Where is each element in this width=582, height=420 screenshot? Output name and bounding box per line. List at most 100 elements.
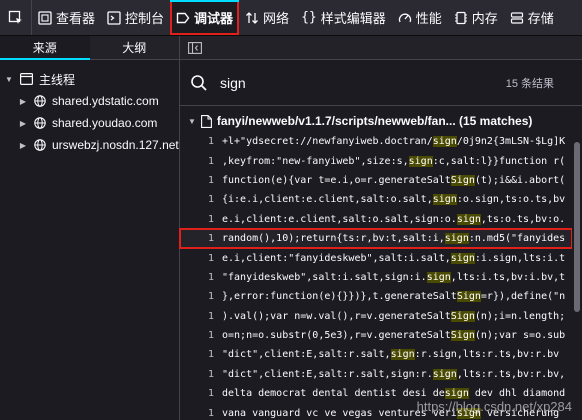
result-text-before: e.i,client:e.client,salt:o.salt,sign:o.	[222, 213, 457, 225]
tab-storage[interactable]: 存储	[504, 0, 560, 35]
tab-outline[interactable]: 大纲	[90, 36, 180, 59]
result-text-after: dev dhl diamond	[468, 388, 566, 400]
line-number: 1	[208, 349, 215, 361]
search-match: sign	[450, 252, 475, 264]
result-text-after: (t);i&&i.abort(	[474, 174, 566, 186]
tree-item-label: shared.ydstatic.com	[52, 94, 159, 108]
sources-tree: ▼ 主线程 ▶ shared.ydstatic.com ▶ shared.you…	[0, 60, 179, 156]
chevron-down-icon[interactable]: ▼	[188, 117, 196, 126]
result-text-before: "dict",client:E,salt:r.salt,	[222, 349, 391, 361]
tab-debugger[interactable]: 调试器	[170, 0, 240, 35]
result-text-after: :o.sign,ts:o.ts,bv	[456, 194, 566, 206]
search-result-line[interactable]: 1 "dict",client:E,salt:r.salt,sign:r.sign…	[180, 365, 572, 384]
line-number: 1	[208, 213, 215, 225]
results-scrollbar[interactable]	[572, 132, 582, 420]
result-count: 15 条结果	[505, 77, 554, 90]
chevron-right-icon[interactable]: ▶	[18, 97, 28, 106]
tab-sources[interactable]: 来源	[0, 36, 90, 60]
style-editor-icon: {}	[301, 10, 317, 25]
file-icon	[200, 114, 212, 128]
tab-memory[interactable]: 内存	[448, 0, 504, 35]
chevron-right-icon[interactable]: ▶	[18, 141, 28, 150]
result-text-after: =r}),define("n	[480, 291, 566, 303]
line-number: 1	[208, 252, 215, 264]
sources-panel-tabs: 来源 大纲	[0, 36, 179, 60]
line-number: 1	[208, 368, 215, 380]
tab-console[interactable]: 控制台	[101, 0, 170, 35]
search-result-line[interactable]: 1 +l+"ydsecret://newfanyiweb.doctran/sign…	[180, 132, 572, 151]
tree-item-source[interactable]: ▶ shared.youdao.com	[0, 112, 179, 134]
scrollbar-thumb[interactable]	[574, 142, 580, 312]
result-text-after: (n);i=n.length;	[474, 310, 566, 322]
tab-inspector[interactable]: 查看器	[32, 0, 101, 35]
element-picker-button[interactable]	[0, 0, 32, 35]
line-number: 1	[208, 233, 215, 245]
result-text-before: ,keyfrom:"new-fanyiweb",size:s,	[222, 155, 409, 167]
search-input[interactable]	[220, 74, 506, 91]
line-number: 1	[208, 291, 215, 303]
result-text-before: "fanyideskweb",salt:i.salt,sign:i.	[222, 271, 427, 283]
result-text-before: ).val();var n=w.val(),r=v.generateSalt	[222, 310, 451, 322]
search-icon	[191, 74, 207, 91]
search-result-line[interactable]: 1 e.i,client:"fanyideskweb",salt:i.salt,s…	[180, 248, 572, 267]
search-result-line[interactable]: 1 e.i,client:e.client,salt:o.salt,sign:o.…	[180, 210, 572, 229]
result-text-before: delta democrat dental dentist desi de	[222, 388, 445, 400]
debugger-icon	[176, 11, 190, 25]
editor-pane-header	[180, 36, 582, 60]
search-match: sign	[432, 136, 457, 148]
memory-icon	[454, 11, 468, 25]
result-text: function(e){var t=e.i,o=r.generateSaltSi…	[222, 174, 566, 186]
storage-icon	[510, 11, 524, 25]
search-result-line[interactable]: 1 {i:e.i,client:e.client,salt:o.salt,sign…	[180, 190, 572, 209]
result-text-after: (n);var s=o.sub	[474, 330, 566, 342]
search-result-line[interactable]: 1 o=n;n=o.substr(0,5e3),r=v.generateSaltS…	[180, 326, 572, 345]
result-text: random(),10);return{ts:r,bv:t,salt:i,sig…	[222, 233, 566, 245]
result-text-before: },error:function(e){}})},t.generateSalt	[222, 291, 457, 303]
result-text-before: {i:e.i,client:e.client,salt:o.salt,	[222, 194, 433, 206]
tab-outline-label: 大纲	[122, 41, 147, 55]
result-text-after: /0j9n2{3mLSN-$Lg]K	[456, 136, 566, 148]
devtools-toolbar: 查看器 控制台 调试器 网络 {} 样式编辑器 性能 内存 存储	[0, 0, 582, 36]
result-text-before: function(e){var t=e.i,o=r.generateSalt	[222, 174, 451, 186]
tab-network[interactable]: 网络	[239, 0, 295, 35]
search-match: sign	[456, 213, 481, 225]
search-result-line[interactable]: 1 "dict",client:E,salt:r.salt,sign:r.sign…	[180, 345, 572, 364]
tab-style-editor[interactable]: {} 样式编辑器	[295, 0, 392, 35]
line-number: 1	[208, 155, 215, 167]
result-text-after: :c,salt:l}}function r(	[432, 155, 566, 167]
tree-item-main-thread[interactable]: ▼ 主线程	[0, 68, 179, 90]
line-number: 1	[208, 407, 215, 419]
result-file-header[interactable]: ▼ fanyi/newweb/v1.1.7/scripts/newweb/fan…	[180, 109, 582, 133]
search-result-line[interactable]: 1 function(e){var t=e.i,o=r.generateSaltS…	[180, 171, 572, 190]
tab-debugger-label: 调试器	[194, 11, 234, 26]
toggle-sources-pane-button[interactable]	[188, 41, 202, 54]
search-result-line[interactable]: 1 "fanyideskweb",salt:i.salt,sign:i.sign,…	[180, 268, 572, 287]
line-number: 1	[208, 310, 215, 322]
search-match: sign	[426, 271, 451, 283]
search-result-line[interactable]: 1 random(),10);return{ts:r,bv:t,salt:i,si…	[179, 227, 573, 250]
result-text-after: ,lts:i.ts,bv:i.bv,t	[450, 271, 566, 283]
search-match: sign	[432, 368, 457, 380]
picker-icon	[8, 10, 22, 24]
tree-item-source[interactable]: ▶ urswebzj.nosdn.127.net	[0, 134, 179, 156]
result-text: delta democrat dental dentist desi desig…	[222, 388, 566, 400]
globe-icon	[34, 139, 46, 151]
search-match: sign	[390, 349, 415, 361]
search-result-line[interactable]: 1 },error:function(e){}})},t.generateSalt…	[180, 287, 572, 306]
line-number: 1	[208, 194, 215, 206]
search-result-line[interactable]: 1 ,keyfrom:"new-fanyiweb",size:s,sign:c,s…	[180, 151, 572, 170]
chevron-down-icon[interactable]: ▼	[4, 75, 14, 84]
result-text-after: ,lts:r.ts,bv:r.bv,	[456, 368, 566, 380]
tab-performance[interactable]: 性能	[392, 0, 448, 35]
search-result-line[interactable]: 1).val();var n=w.val(),r=v.generateSaltS…	[180, 307, 572, 326]
search-result-list: 1 +l+"ydsecret://newfanyiweb.doctran/sign…	[179, 132, 573, 420]
result-text: o=n;n=o.substr(0,5e3),r=v.generateSaltSi…	[222, 330, 566, 342]
tree-item-source[interactable]: ▶ shared.ydstatic.com	[0, 90, 179, 112]
result-text-after: :n.md5("fanyides	[468, 233, 566, 245]
watermark: https://blog.csdn.net/xp284	[416, 399, 572, 414]
line-number: 1	[208, 174, 215, 186]
chevron-right-icon[interactable]: ▶	[18, 119, 28, 128]
result-text: "fanyideskweb",salt:i.salt,sign:i.sign,l…	[222, 271, 566, 283]
result-text: e.i,client:"fanyideskweb",salt:i.salt,si…	[222, 252, 565, 264]
project-search-bar: 15 条结果	[180, 60, 582, 106]
